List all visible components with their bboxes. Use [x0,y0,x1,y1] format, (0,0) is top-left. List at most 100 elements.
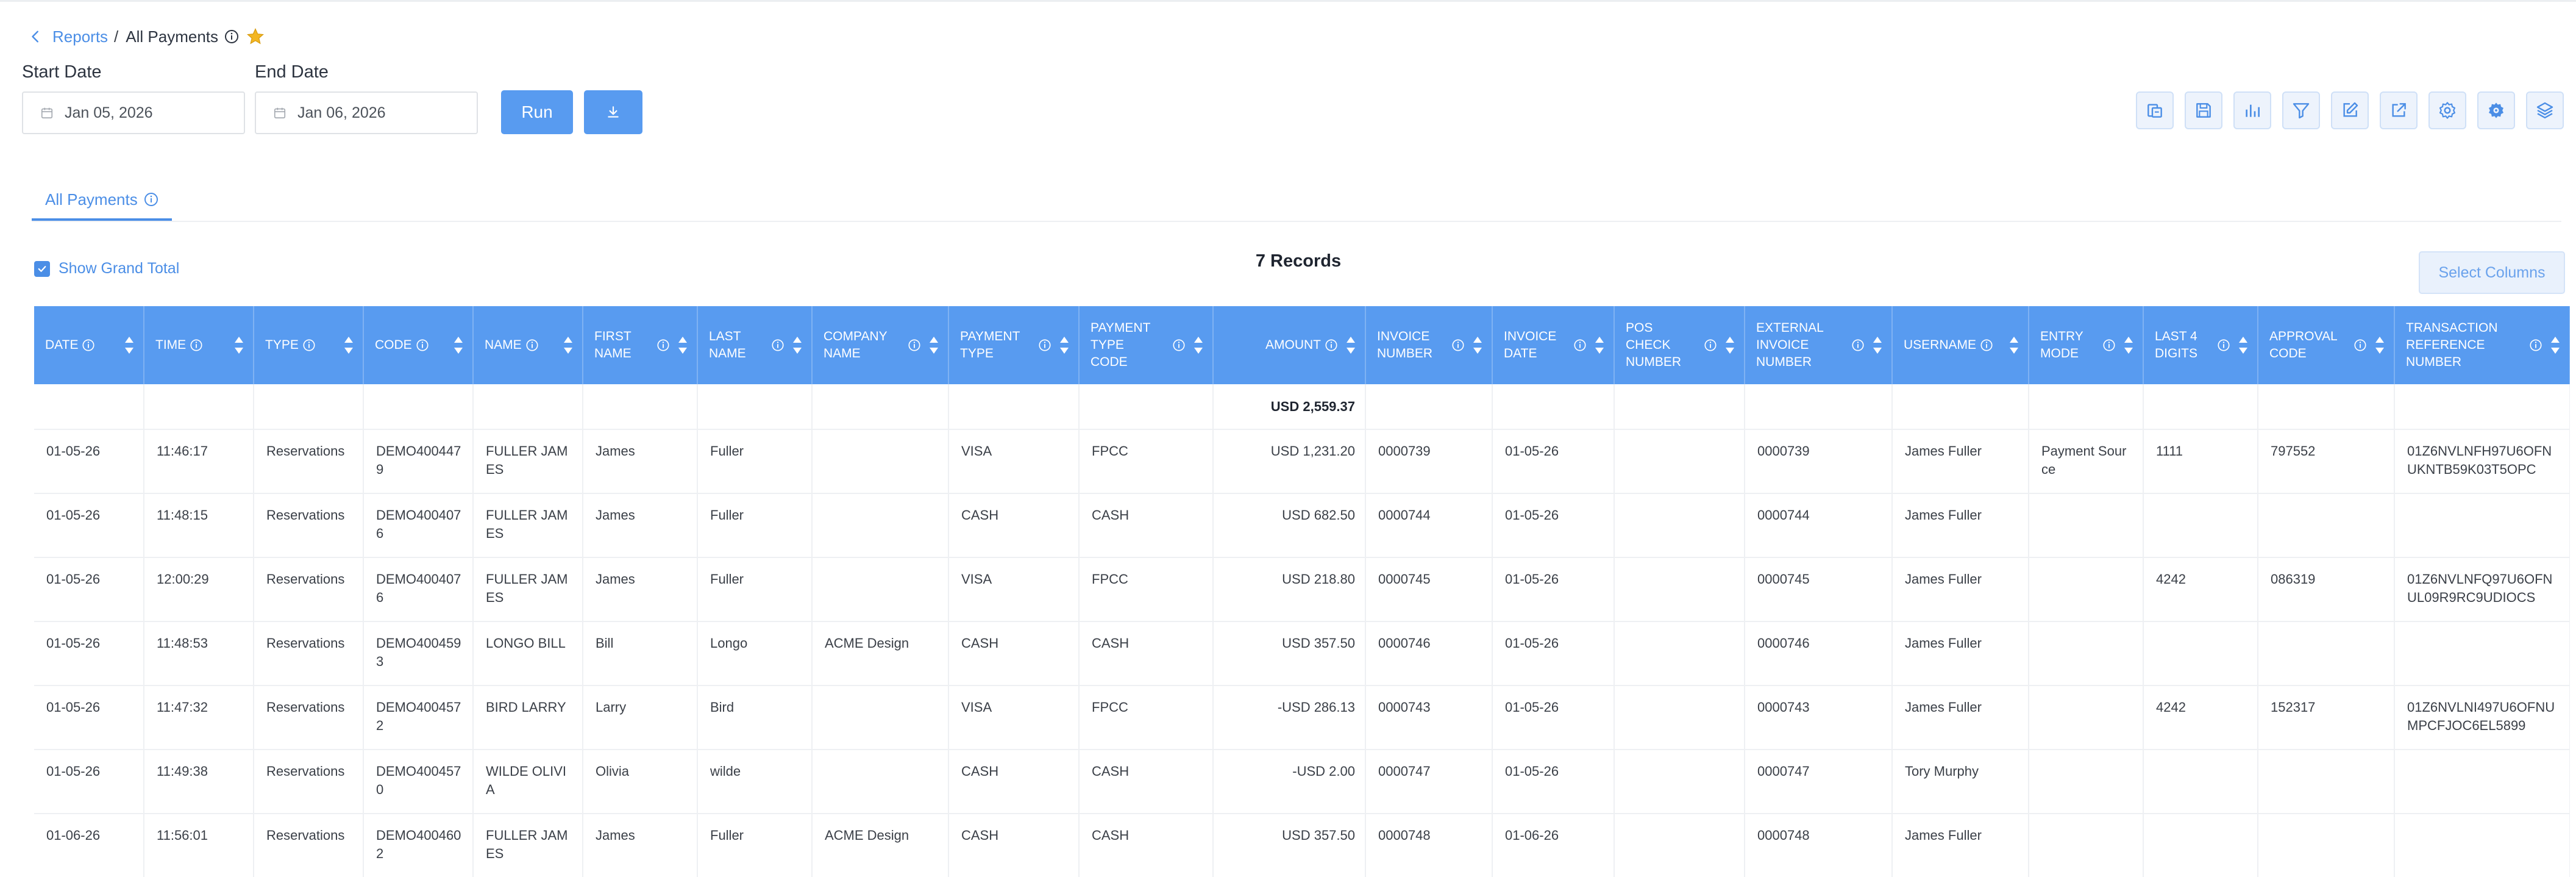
sort-arrows-icon[interactable] [1594,335,1605,355]
sort-arrows-icon[interactable] [677,335,688,355]
checkbox-checked-icon[interactable] [34,260,50,277]
table-cell [2394,384,2570,430]
info-icon[interactable] [1451,338,1465,352]
chart-button[interactable] [2233,91,2271,129]
column-header[interactable]: Invoice Number [1365,306,1493,384]
start-date-input[interactable]: Jan 05, 2026 [22,91,245,134]
sort-arrows-icon[interactable] [792,335,803,355]
settings-button[interactable] [2428,91,2466,129]
sort-arrows-icon[interactable] [2550,335,2561,355]
show-grand-total-toggle[interactable]: Show Grand Total [34,260,179,277]
info-icon[interactable] [1172,338,1186,352]
column-header[interactable]: External Invoice Number [1745,306,1893,384]
sort-arrows-icon[interactable] [1059,335,1070,355]
end-date-input[interactable]: Jan 06, 2026 [255,91,478,134]
sort-arrows-icon[interactable] [2123,335,2134,355]
info-icon[interactable] [2102,338,2116,352]
info-icon[interactable] [525,338,539,352]
table-row[interactable]: 01-05-26 12:00:29 Reservations DEMO4004076 F… [34,557,2570,622]
info-icon[interactable] [2354,338,2367,352]
sort-arrows-icon[interactable] [563,335,574,355]
column-header[interactable]: Approval Code [2258,306,2395,384]
info-icon[interactable] [82,338,95,352]
info-icon[interactable] [224,29,239,44]
table-cell [2143,493,2258,558]
sort-arrows-icon[interactable] [1193,335,1204,355]
breadcrumb-reports-link[interactable]: Reports [52,27,108,46]
table-cell: 11:46:17 [144,429,254,494]
column-header[interactable]: Name [473,306,583,384]
export-button[interactable] [2380,91,2418,129]
table-cell: 01-05-26 [34,750,144,814]
run-button[interactable]: Run [501,90,573,134]
sort-arrows-icon[interactable] [233,335,244,355]
column-header[interactable]: Payment Type [948,306,1080,384]
info-icon[interactable] [1704,338,1717,352]
column-header-label: First Name [594,329,632,360]
column-header[interactable]: Code [363,306,474,384]
column-header[interactable]: Last 4 Digits [2143,306,2258,384]
info-icon[interactable] [190,338,203,352]
table-row[interactable]: 01-05-26 11:46:17 Reservations DEMO4004479 F… [34,429,2570,494]
table-cell [2143,750,2258,814]
info-icon[interactable] [2529,338,2542,352]
column-header[interactable]: Transaction Reference Number [2394,306,2570,384]
info-icon[interactable] [1851,338,1865,352]
column-header[interactable]: Username [1892,306,2029,384]
column-header[interactable]: Time [144,306,254,384]
column-header[interactable]: Company Name [812,306,949,384]
column-header[interactable]: Amount [1213,306,1366,384]
table-cell: James Fuller [1892,557,2029,622]
info-icon[interactable] [2217,338,2230,352]
column-header[interactable]: Date [34,306,144,384]
info-icon[interactable] [416,338,429,352]
column-header[interactable]: Type [254,306,364,384]
sort-arrows-icon[interactable] [1472,335,1483,355]
table-row[interactable]: 01-05-26 11:47:32 Reservations DEMO4004572 B… [34,685,2570,750]
info-icon[interactable] [1980,338,1993,352]
favorite-star-icon[interactable] [246,27,265,46]
table-row[interactable]: 01-05-26 11:48:53 Reservations DEMO4004593 L… [34,621,2570,686]
sort-arrows-icon[interactable] [928,335,939,355]
column-header[interactable]: Invoice Date [1492,306,1615,384]
info-icon[interactable] [771,338,785,352]
table-cell: 0000748 [1365,814,1493,877]
info-icon[interactable] [302,338,316,352]
sort-arrows-icon[interactable] [343,335,354,355]
column-header[interactable]: Last Name [697,306,813,384]
advanced-settings-button[interactable] [2477,91,2515,129]
info-icon[interactable] [908,338,921,352]
sort-arrows-icon[interactable] [1872,335,1883,355]
table-row[interactable]: 01-06-26 11:56:01 Reservations DEMO4004602 F… [34,814,2570,877]
info-icon[interactable] [1573,338,1587,352]
filter-button[interactable] [2282,91,2320,129]
select-columns-button[interactable]: Select Columns [2419,251,2565,294]
sort-arrows-icon[interactable] [1345,335,1356,355]
save-report-button[interactable] [2185,91,2222,129]
sort-arrows-icon[interactable] [1724,335,1735,355]
chevron-left-icon[interactable] [29,30,43,43]
table-cell [948,384,1080,430]
layers-button[interactable] [2526,91,2564,129]
sort-arrows-icon[interactable] [2374,335,2385,355]
sort-arrows-icon[interactable] [2238,335,2249,355]
download-button[interactable] [584,90,642,134]
sort-arrows-icon[interactable] [2008,335,2019,355]
edit-button[interactable] [2331,91,2369,129]
print-button[interactable] [2136,91,2174,129]
column-header[interactable]: Payment Type Code [1079,306,1214,384]
info-icon[interactable] [1325,338,1338,352]
sort-arrows-icon[interactable] [124,335,135,355]
table-cell: USD 218.80 [1213,557,1366,622]
column-header[interactable]: Entry Mode [2029,306,2144,384]
tab-all-payments[interactable]: All Payments [32,181,172,221]
sort-arrows-icon[interactable] [453,335,464,355]
column-header[interactable]: First Name [583,306,698,384]
column-header[interactable]: POS Check Number [1614,306,1745,384]
info-icon[interactable] [656,338,670,352]
table-cell: CASH [948,493,1080,558]
table-row[interactable]: 01-05-26 11:48:15 Reservations DEMO4004076 F… [34,493,2570,558]
info-icon[interactable] [144,192,158,207]
info-icon[interactable] [1038,338,1051,352]
table-row[interactable]: 01-05-26 11:49:38 Reservations DEMO4004570 W… [34,750,2570,814]
